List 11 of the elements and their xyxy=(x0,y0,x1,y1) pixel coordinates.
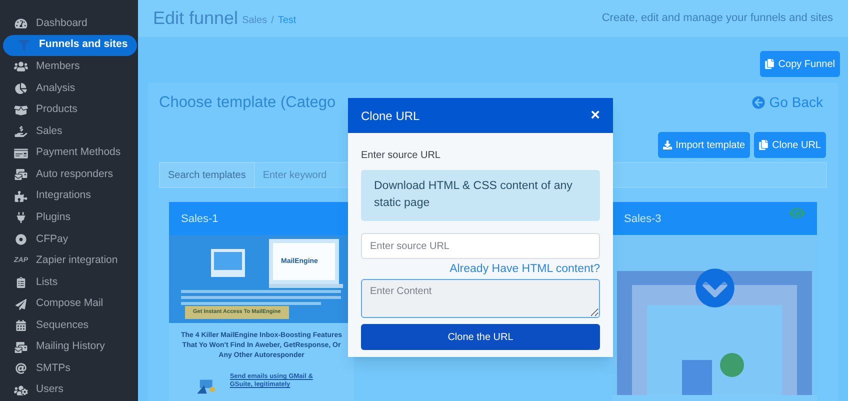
modal-title: Clone URL xyxy=(361,108,420,124)
info-alert: Download HTML & CSS content of any static page xyxy=(361,170,600,221)
template-title: Sales-1 xyxy=(181,212,218,226)
page-title: Edit funnel xyxy=(153,7,238,30)
breadcrumb-separator: / xyxy=(271,14,274,28)
field-label: Enter source URL xyxy=(361,149,442,163)
breadcrumb-current: Test xyxy=(278,14,296,28)
template-title: Sales-3 xyxy=(624,212,662,226)
search-label: Search templates xyxy=(159,162,255,188)
card-title: Choose template (Catego xyxy=(159,93,336,113)
page-subtitle: Create, edit and manage your funnels and sites xyxy=(602,11,833,26)
